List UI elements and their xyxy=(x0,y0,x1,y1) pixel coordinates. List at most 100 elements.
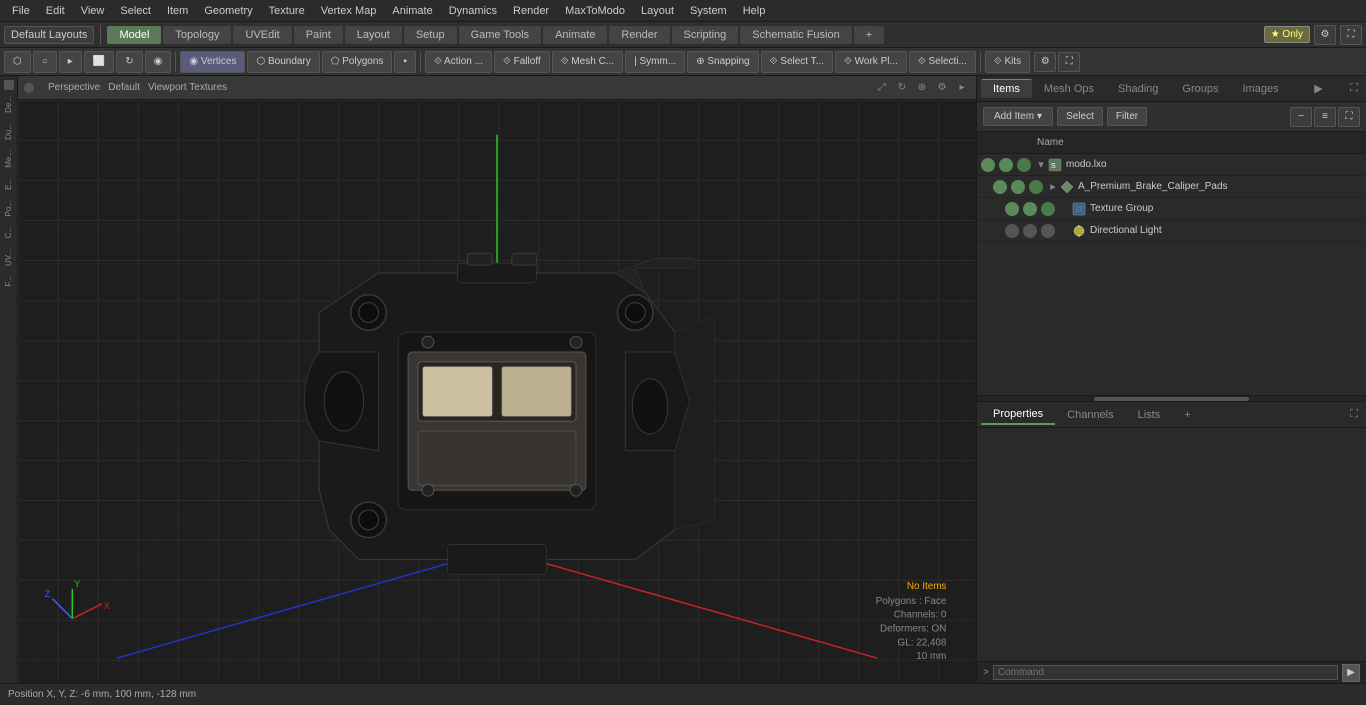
viewport-textures[interactable]: Viewport Textures xyxy=(148,82,227,93)
vis-dot-brake2[interactable] xyxy=(1011,180,1025,194)
menu-texture[interactable]: Texture xyxy=(261,3,313,19)
menu-edit[interactable]: Edit xyxy=(38,3,73,19)
tab-groups[interactable]: Groups xyxy=(1170,80,1230,98)
menu-render[interactable]: Render xyxy=(505,3,557,19)
tab-topology[interactable]: Topology xyxy=(163,26,231,44)
vis-dot-modo[interactable] xyxy=(981,158,995,172)
symm-btn[interactable]: | Symm... xyxy=(625,51,685,73)
mesh-btn[interactable]: ⟐ Mesh C... xyxy=(552,51,623,73)
scene-item-modo[interactable]: ▾ S modo.lxo xyxy=(977,154,1366,176)
tab-game-tools[interactable]: Game Tools xyxy=(459,26,542,44)
tab-properties[interactable]: Properties xyxy=(981,405,1055,425)
tab-setup[interactable]: Setup xyxy=(404,26,457,44)
falloff-btn[interactable]: ⟐ Falloff xyxy=(494,51,550,73)
scene-filter-btn[interactable]: Filter xyxy=(1107,107,1147,126)
rotate-btn[interactable]: ↻ xyxy=(116,51,142,73)
scene-settings-icon[interactable]: ≡ xyxy=(1314,107,1336,127)
tab-add-right[interactable]: ▶ xyxy=(1308,80,1328,97)
vp-expand-icon[interactable]: ▸ xyxy=(954,80,970,96)
menu-vertex-map[interactable]: Vertex Map xyxy=(313,3,385,19)
menu-geometry[interactable]: Geometry xyxy=(196,3,260,19)
cmd-run-btn[interactable]: ▶ xyxy=(1342,664,1360,682)
tab-render[interactable]: Render xyxy=(609,26,669,44)
mode-btn[interactable]: ⬡ xyxy=(4,51,31,73)
scene-expand-icon2[interactable]: ⛶ xyxy=(1338,107,1360,127)
vis-dot-tex3[interactable] xyxy=(1041,202,1055,216)
transform-btn[interactable]: ⬜ xyxy=(84,51,114,73)
menu-item[interactable]: Item xyxy=(159,3,196,19)
sel-mode-btn[interactable]: ▪ xyxy=(394,51,416,73)
menu-view[interactable]: View xyxy=(73,3,113,19)
vp-zoom-icon[interactable]: ⊕ xyxy=(914,80,930,96)
vis-dot-modo2[interactable] xyxy=(999,158,1013,172)
vis-dot-light2[interactable] xyxy=(1023,224,1037,238)
tab-layout[interactable]: Layout xyxy=(345,26,402,44)
menu-layout[interactable]: Layout xyxy=(633,3,682,19)
selection-btn[interactable]: ⟐ Selecti... xyxy=(909,51,976,73)
menu-maxtomode[interactable]: MaxToModo xyxy=(557,3,633,19)
tab-scripting[interactable]: Scripting xyxy=(672,26,739,44)
fullscreen-icon[interactable]: ⛶ xyxy=(1058,52,1080,72)
menu-animate[interactable]: Animate xyxy=(384,3,440,19)
boundary-btn[interactable]: ⬡ Boundary xyxy=(247,51,319,73)
scene-item-brake[interactable]: ▸ A_Premium_Brake_Caliper_Pads xyxy=(977,176,1366,198)
tab-items[interactable]: Items xyxy=(981,79,1032,98)
viewport[interactable]: X Y Z No Items Polygons : Face Channels:… xyxy=(18,100,976,683)
tab-paint[interactable]: Paint xyxy=(294,26,343,44)
vp-move-icon[interactable]: ⤢ xyxy=(874,80,890,96)
snapping-btn[interactable]: ⊕ Snapping xyxy=(687,51,758,73)
vis-dot-brake3[interactable] xyxy=(1029,180,1043,194)
scrollbar-thumb[interactable] xyxy=(1094,397,1250,401)
action-btn[interactable]: ⟐ Action ... xyxy=(425,51,492,73)
settings-icon[interactable]: ⚙ xyxy=(1314,25,1336,45)
star-badge[interactable]: ★ Only xyxy=(1264,26,1310,43)
vp-settings-icon[interactable]: ⚙ xyxy=(934,80,950,96)
select-tool-btn[interactable]: ⟐ Select T... xyxy=(761,51,833,73)
command-input[interactable] xyxy=(993,665,1338,680)
menu-system[interactable]: System xyxy=(682,3,735,19)
shape-btn[interactable]: ◉ xyxy=(145,51,172,73)
arrow-btn[interactable]: ▸ xyxy=(59,51,82,73)
layout-selector[interactable]: Default Layouts xyxy=(4,26,94,44)
tab-schematic-fusion[interactable]: Schematic Fusion xyxy=(740,26,851,44)
scene-collapse-icon[interactable]: − xyxy=(1290,107,1312,127)
kits-btn[interactable]: ⟐ Kits xyxy=(985,51,1030,73)
tab-lists[interactable]: Lists xyxy=(1126,406,1173,424)
vis-dot-light3[interactable] xyxy=(1041,224,1055,238)
rb-expand-icon[interactable]: ⛶ xyxy=(1346,406,1362,423)
scene-item-texture[interactable]: Texture Group xyxy=(977,198,1366,220)
menu-help[interactable]: Help xyxy=(735,3,774,19)
tab-shading[interactable]: Shading xyxy=(1106,80,1170,98)
add-item-btn[interactable]: Add Item ▾ xyxy=(983,107,1053,126)
item-expand-brake[interactable]: ▸ xyxy=(1047,181,1059,193)
vis-dot-modo3[interactable] xyxy=(1017,158,1031,172)
menu-select[interactable]: Select xyxy=(112,3,159,19)
vertices-btn[interactable]: ◉ Vertices xyxy=(180,51,245,73)
tab-channels[interactable]: Channels xyxy=(1055,406,1125,424)
tab-mesh-ops[interactable]: Mesh Ops xyxy=(1032,80,1106,98)
scene-select-btn[interactable]: Select xyxy=(1057,107,1103,126)
sidebar-dot-1[interactable] xyxy=(4,80,14,90)
vis-dot-brake[interactable] xyxy=(993,180,1007,194)
tab-animate[interactable]: Animate xyxy=(543,26,607,44)
tab-add-bottom[interactable]: + xyxy=(1172,406,1202,424)
circle-btn[interactable]: ○ xyxy=(33,51,57,73)
tab-uvedit[interactable]: UVEdit xyxy=(233,26,291,44)
polygons-btn[interactable]: ⬠ Polygons xyxy=(322,51,393,73)
tab-model[interactable]: Model xyxy=(107,26,161,44)
vis-dot-tex2[interactable] xyxy=(1023,202,1037,216)
menu-dynamics[interactable]: Dynamics xyxy=(441,3,505,19)
right-panel-expand[interactable]: ⛶ xyxy=(1346,80,1362,97)
scene-scrollbar[interactable] xyxy=(977,395,1366,401)
menu-file[interactable]: File xyxy=(4,3,38,19)
expand-icon[interactable]: ⛶ xyxy=(1340,25,1362,45)
work-plane-btn[interactable]: ⟐ Work Pl... xyxy=(835,51,907,73)
scene-item-light[interactable]: Directional Light xyxy=(977,220,1366,242)
item-expand-modo[interactable]: ▾ xyxy=(1035,159,1047,171)
vp-rotate-icon[interactable]: ↻ xyxy=(894,80,910,96)
viewport-default[interactable]: Default xyxy=(108,82,140,93)
viewport-dot[interactable] xyxy=(24,83,34,93)
vis-dot-light[interactable] xyxy=(1005,224,1019,238)
vis-dot-tex[interactable] xyxy=(1005,202,1019,216)
viewport-perspective[interactable]: Perspective xyxy=(48,82,100,93)
